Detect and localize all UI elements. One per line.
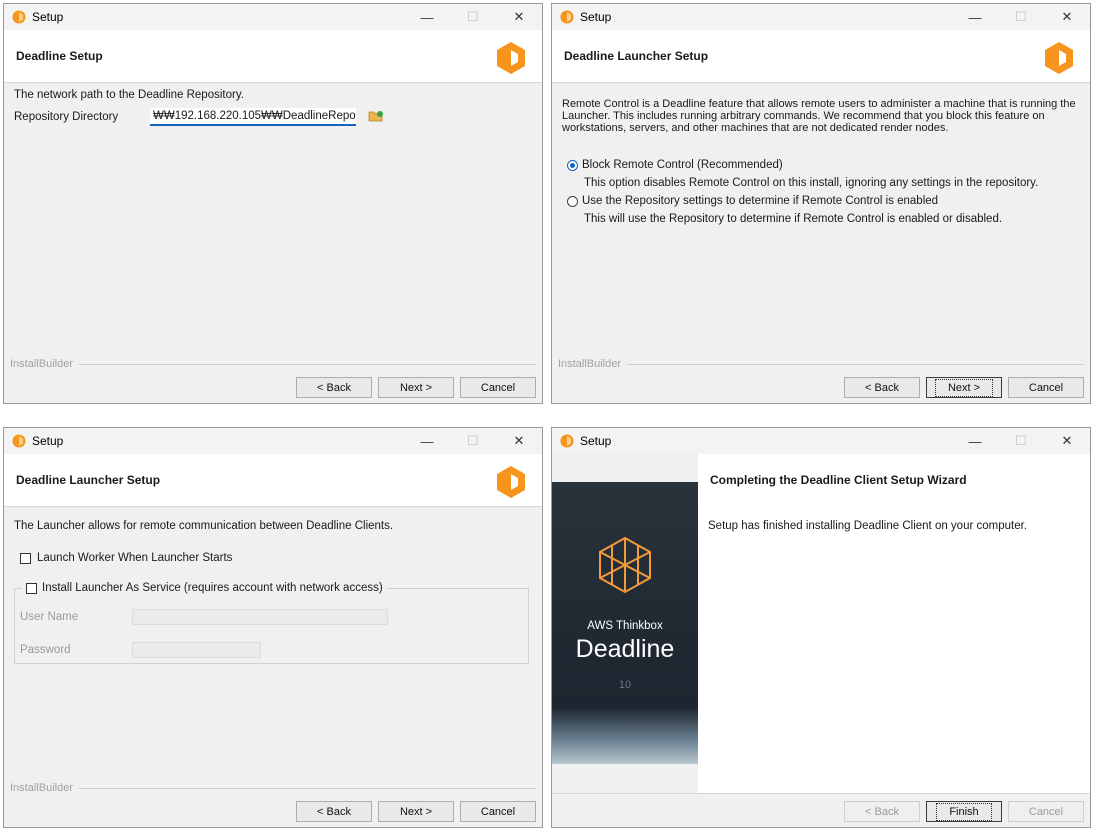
maximize-icon: ☐ xyxy=(467,9,479,24)
app-icon xyxy=(12,10,26,24)
wizard-header: Deadline Launcher Setup xyxy=(4,454,542,507)
cancel-button[interactable]: Cancel xyxy=(460,377,536,398)
repository-directory-input[interactable]: ₩₩192.168.220.105₩₩DeadlineRepositor xyxy=(150,108,356,126)
back-button[interactable]: < Back xyxy=(844,377,920,398)
use-repository-settings-detail: This will use the Repository to determin… xyxy=(584,213,1003,225)
setup-window-remote-control: Setup — ☐ ✕ Deadline Launcher Setup Remo… xyxy=(551,3,1091,404)
deadline-cube-icon xyxy=(599,536,651,594)
minimize-icon[interactable]: — xyxy=(952,428,998,454)
next-button[interactable]: Next > xyxy=(378,801,454,822)
setup-window-launcher: Setup — ☐ ✕ Deadline Launcher Setup The … xyxy=(3,427,543,828)
launch-worker-label[interactable]: Launch Worker When Launcher Starts xyxy=(37,552,232,564)
installbuilder-footer: InstallBuilder xyxy=(10,358,536,370)
close-icon[interactable]: ✕ xyxy=(1044,4,1090,30)
cancel-button: Cancel xyxy=(1008,801,1084,822)
repository-directory-value: ₩₩192.168.220.105₩₩DeadlineRepositor xyxy=(153,110,356,122)
launch-worker-checkbox[interactable] xyxy=(20,553,31,564)
description-text: The Launcher allows for remote communica… xyxy=(14,520,394,532)
minimize-icon[interactable]: — xyxy=(404,428,450,454)
browse-folder-icon[interactable] xyxy=(368,109,384,123)
maximize-icon: ☐ xyxy=(1015,433,1027,448)
maximize-icon: ☐ xyxy=(467,433,479,448)
back-button: < Back xyxy=(844,801,920,822)
description-text: The network path to the Deadline Reposit… xyxy=(14,89,244,101)
page-title: Deadline Launcher Setup xyxy=(564,49,709,63)
block-remote-control-label[interactable]: Block Remote Control (Recommended) xyxy=(582,159,783,171)
block-remote-control-detail: This option disables Remote Control on t… xyxy=(584,177,1039,189)
title-bar[interactable]: Setup — ☐ ✕ xyxy=(4,4,542,30)
wizard-header: Deadline Launcher Setup xyxy=(552,30,1090,83)
maximize-icon: ☐ xyxy=(1015,9,1027,24)
page-title: Deadline Setup xyxy=(16,49,103,63)
username-input xyxy=(132,609,388,625)
title-bar[interactable]: Setup — ☐ ✕ xyxy=(552,428,1090,454)
setup-window-complete: Setup — ☐ ✕ AWS Thinkbox Deadline 10 Com… xyxy=(551,427,1091,828)
password-input xyxy=(132,642,261,658)
banner-brand: AWS Thinkbox xyxy=(587,620,663,632)
deadline-banner: AWS Thinkbox Deadline 10 xyxy=(552,482,698,764)
deadline-logo-icon xyxy=(497,42,525,74)
banner-product: Deadline xyxy=(575,635,675,663)
deadline-logo-icon xyxy=(1045,42,1073,74)
wizard-header: Deadline Setup xyxy=(4,30,542,83)
deadline-logo-icon xyxy=(497,466,525,498)
install-service-checkbox[interactable] xyxy=(26,582,37,594)
window-title: Setup xyxy=(580,434,612,448)
block-remote-control-radio[interactable] xyxy=(567,160,578,171)
window-title: Setup xyxy=(32,434,64,448)
back-button[interactable]: < Back xyxy=(296,377,372,398)
repository-label: Repository Directory xyxy=(14,111,119,123)
service-groupbox-legend: Install Launcher As Service (requires ac… xyxy=(22,581,387,595)
app-icon xyxy=(12,434,26,448)
page-title: Deadline Launcher Setup xyxy=(16,473,161,487)
minimize-icon[interactable]: — xyxy=(404,4,450,30)
cancel-button[interactable]: Cancel xyxy=(1008,377,1084,398)
finish-button[interactable]: Finish xyxy=(926,801,1002,822)
back-button[interactable]: < Back xyxy=(296,801,372,822)
description-text: Remote Control is a Deadline feature tha… xyxy=(562,98,1076,134)
username-label: User Name xyxy=(20,611,79,623)
app-icon xyxy=(560,10,574,24)
close-icon[interactable]: ✕ xyxy=(496,428,542,454)
installbuilder-footer: InstallBuilder xyxy=(10,782,536,794)
minimize-icon[interactable]: — xyxy=(952,4,998,30)
banner-version: 10 xyxy=(618,679,632,691)
next-button[interactable]: Next > xyxy=(378,377,454,398)
title-bar[interactable]: Setup — ☐ ✕ xyxy=(4,428,542,454)
next-button[interactable]: Next > xyxy=(926,377,1002,398)
installbuilder-footer: InstallBuilder xyxy=(558,358,1084,370)
close-icon[interactable]: ✕ xyxy=(1044,428,1090,454)
window-title: Setup xyxy=(32,10,64,24)
use-repository-settings-label[interactable]: Use the Repository settings to determine… xyxy=(582,195,938,207)
title-bar[interactable]: Setup — ☐ ✕ xyxy=(552,4,1090,30)
app-icon xyxy=(560,434,574,448)
completion-heading: Completing the Deadline Client Setup Wiz… xyxy=(710,473,967,487)
use-repository-settings-radio[interactable] xyxy=(567,196,578,207)
completion-message: Setup has finished installing Deadline C… xyxy=(708,520,1027,532)
service-groupbox xyxy=(14,588,529,664)
setup-window-repository: Setup — ☐ ✕ Deadline Setup The network p… xyxy=(3,3,543,404)
cancel-button[interactable]: Cancel xyxy=(460,801,536,822)
password-label: Password xyxy=(20,644,71,656)
close-icon[interactable]: ✕ xyxy=(496,4,542,30)
install-service-label[interactable]: Install Launcher As Service (requires ac… xyxy=(42,582,383,594)
window-title: Setup xyxy=(580,10,612,24)
